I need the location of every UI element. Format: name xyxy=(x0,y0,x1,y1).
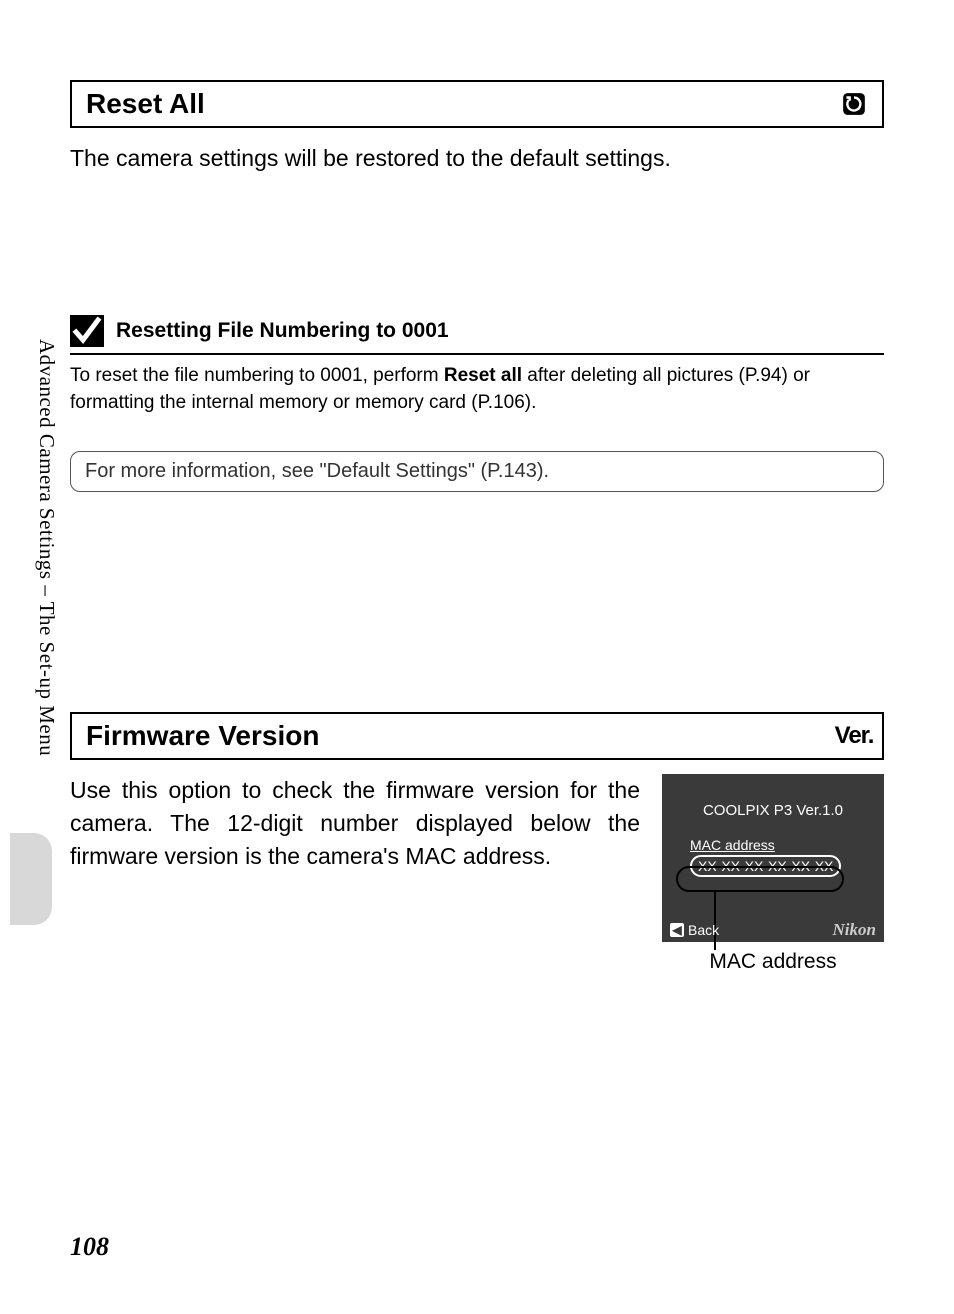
section-header-reset-all: Reset All xyxy=(70,80,884,128)
left-arrow-icon: ◀ xyxy=(670,923,684,937)
page-number: 108 xyxy=(70,1232,109,1262)
camera-screen-figure: COOLPIX P3 Ver.1.0 MAC address XX-XX-XX-… xyxy=(662,774,884,974)
camera-screen: COOLPIX P3 Ver.1.0 MAC address XX-XX-XX-… xyxy=(662,774,884,942)
sidebar-section-label: Advanced Camera Settings – The Set-up Me… xyxy=(34,339,59,756)
side-tab xyxy=(10,833,52,925)
screen-mac-label: MAC address xyxy=(690,837,874,853)
screen-title: COOLPIX P3 Ver.1.0 xyxy=(672,802,874,819)
section1-body: The camera settings will be restored to … xyxy=(70,142,884,175)
info-box: For more information, see "Default Setti… xyxy=(70,451,884,492)
note-block: Resetting File Numbering to 0001 To rese… xyxy=(70,315,884,491)
brand-label: Nikon xyxy=(833,920,876,940)
section-title: Reset All xyxy=(86,88,205,120)
section-header-firmware: Firmware Version Ver. xyxy=(70,712,884,760)
note-body-bold: Reset all xyxy=(444,365,522,386)
section-title: Firmware Version xyxy=(86,720,319,752)
section2-body: Use this option to check the firmware ve… xyxy=(70,774,640,874)
note-title: Resetting File Numbering to 0001 xyxy=(116,319,449,343)
screen-back: ◀ Back xyxy=(670,922,719,938)
screen-back-label: Back xyxy=(688,922,719,938)
figure-caption: MAC address xyxy=(662,950,884,974)
version-icon: Ver. xyxy=(840,722,868,750)
checkmark-icon xyxy=(70,315,104,347)
note-body-pre: To reset the file numbering to 0001, per… xyxy=(70,365,444,386)
note-body: To reset the file numbering to 0001, per… xyxy=(70,363,884,416)
screen-mac-value: XX-XX-XX-XX-XX-XX xyxy=(690,855,841,877)
reset-icon xyxy=(840,90,868,118)
